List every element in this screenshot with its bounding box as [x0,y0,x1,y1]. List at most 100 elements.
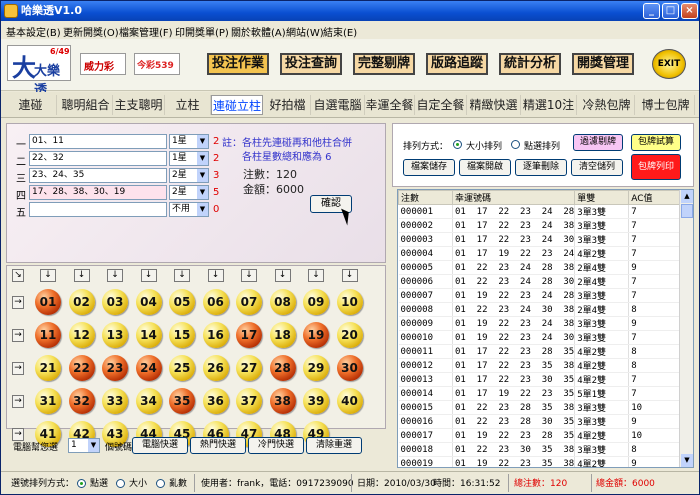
lotto-ball[interactable]: 39 [303,388,329,414]
table-row[interactable]: 000019 01 19 22 23 35 38 4單2雙 9 [398,456,680,467]
table-row[interactable]: 000007 01 19 22 23 24 28 3單3雙 7 [398,288,680,303]
lotto-ball[interactable]: 05 [169,289,195,315]
file-open-button[interactable]: 檔案開啟 [459,159,511,176]
table-row[interactable]: 000011 01 17 22 23 28 35 4單2雙 8 [398,344,680,359]
column-select-arrow[interactable]: ↓ [341,269,358,282]
lotto-ball[interactable]: 18 [269,322,296,348]
menu-print-draw[interactable]: 印開獎單(P) [175,24,229,39]
row-select-arrow[interactable]: → [12,395,24,408]
menu-about[interactable]: 關於軟體(A) [231,24,286,39]
daily539-logo[interactable]: 今彩539 [134,53,180,75]
scroll-down-icon[interactable]: ▼ [681,454,693,467]
close-button[interactable]: × [681,3,698,19]
tab-7[interactable]: 幸運全餐 [365,95,415,115]
tab-10[interactable]: 精選10注 [521,95,577,115]
lotto-ball[interactable]: 31 [35,388,61,414]
column-numbers-field[interactable]: 01、11 [29,134,167,149]
clear-list-button[interactable]: 清空儲列 [571,159,623,176]
trend-tracking-button[interactable]: 版路追蹤 [426,53,488,75]
tab-11[interactable]: 冷熱包牌 [579,95,635,115]
bet-query-button[interactable]: 投注查詢 [280,53,342,75]
lotto-ball[interactable]: 11 [35,322,61,348]
lotto-ball[interactable]: 27 [236,355,262,381]
lotto-ball[interactable]: 07 [236,289,262,315]
star-count-select[interactable]: 1星 ▼ [169,151,209,166]
menu-exit[interactable]: 結束(E) [323,24,357,39]
lotto-ball[interactable]: 34 [135,388,162,414]
table-row[interactable]: 000005 01 22 23 24 28 38 2單4雙 9 [398,260,680,275]
column-numbers-field[interactable]: 17、28、38、30、19 [29,185,167,200]
cold-quick-pick-button[interactable]: 冷門快選 [248,437,304,454]
exit-button[interactable]: EXIT [652,49,686,79]
status-sort-click-radio[interactable] [77,479,86,488]
column-select-arrow[interactable]: ↓ [241,269,257,282]
lotto-ball[interactable]: 14 [135,322,162,348]
column-select-arrow[interactable]: ↓ [308,269,324,282]
lotto-ball[interactable]: 20 [336,322,363,348]
tab-4[interactable]: 連碰立柱 [211,95,263,115]
computer-quick-pick-button[interactable]: 電腦快選 [132,437,188,454]
col-header-ac[interactable]: AC值 [628,190,680,205]
tab-5[interactable]: 好拍檔 [265,95,311,115]
lotto-ball[interactable]: 03 [102,289,128,315]
sort-size-radio[interactable] [453,140,462,149]
lotto-ball[interactable]: 26 [202,355,229,381]
diagonal-select-arrow[interactable]: ↘ [12,269,24,282]
lotto-ball[interactable]: 36 [202,388,229,414]
col-header-numbers[interactable]: 幸運號碼 [451,190,576,205]
menu-basic-settings[interactable]: 基本設定(B) [6,24,61,39]
lotto-ball[interactable]: 19 [303,322,329,348]
table-row[interactable]: 000012 01 17 22 23 35 38 4單2雙 8 [398,358,680,373]
lotto-ball[interactable]: 32 [68,388,95,414]
lotto-ball[interactable]: 15 [169,322,195,348]
lotto-ball[interactable]: 40 [336,388,363,414]
tab-6[interactable]: 自選電腦 [311,95,365,115]
column-select-arrow[interactable]: ↓ [107,269,123,282]
col-header-index[interactable]: 注數 [398,190,453,205]
lotto-ball[interactable]: 13 [102,322,128,348]
minimize-button[interactable]: _ [643,3,660,19]
row-select-arrow[interactable]: → [12,329,24,342]
column-select-arrow[interactable]: ↓ [140,269,157,282]
lotto-ball[interactable]: 12 [68,322,95,348]
column-select-arrow[interactable]: ↓ [274,269,291,282]
menu-website[interactable]: 網站(W) [286,24,324,39]
column-select-arrow[interactable]: ↓ [73,269,90,282]
table-row[interactable]: 000017 01 19 22 23 28 35 4單2雙 10 [398,428,680,443]
table-row[interactable]: 000009 01 19 22 23 24 38 3單3雙 9 [398,316,680,331]
filter-button[interactable]: 過濾剔牌 [573,134,623,151]
col-header-oddeven[interactable]: 單雙 [574,190,630,205]
column-select-arrow[interactable]: ↓ [207,269,224,282]
tab-1[interactable]: 聰明組合 [59,95,113,115]
statistics-button[interactable]: 統計分析 [499,53,561,75]
table-row[interactable]: 000006 01 22 23 24 28 30 2單4雙 7 [398,274,680,289]
lotto-ball[interactable]: 29 [303,355,329,381]
tab-8[interactable]: 自定全餐 [415,95,467,115]
lotto-ball[interactable]: 23 [102,355,128,381]
table-row[interactable]: 000003 01 17 22 23 24 30 3單3雙 7 [398,232,680,247]
file-save-button[interactable]: 檔案儲存 [403,159,455,176]
lotto-ball[interactable]: 09 [303,289,329,315]
star-count-select[interactable]: 1星 ▼ [169,134,209,149]
bet-table[interactable]: 注數 幸運號碼 單雙 AC值 000001 01 17 22 23 24 28 … [397,189,694,468]
row-select-arrow[interactable]: → [12,296,24,309]
lotto-ball[interactable]: 24 [135,355,162,381]
power-lotto-logo[interactable]: 威力彩 [80,53,126,75]
bundle-calc-button[interactable]: 包牌試算 [631,134,681,151]
tab-0[interactable]: 連碰 [5,95,57,115]
star-count-select[interactable]: 2星 ▼ [169,168,209,183]
table-scrollbar[interactable]: ▲ ▼ [679,190,693,467]
pick-count-select[interactable]: 1 ▼ [68,438,100,453]
tab-2[interactable]: 主支聰明 [113,95,165,115]
column-numbers-field[interactable]: 23、24、35 [29,168,167,183]
table-row[interactable]: 000002 01 17 22 23 24 38 3單3雙 7 [398,218,680,233]
scroll-thumb[interactable] [681,204,693,218]
status-sort-random-radio[interactable] [156,479,165,488]
lotto-ball[interactable]: 16 [202,322,229,348]
table-row[interactable]: 000008 01 22 23 24 30 38 2單4雙 8 [398,302,680,317]
lotto-ball[interactable]: 33 [102,388,128,414]
draw-management-button[interactable]: 開獎管理 [572,53,634,75]
lotto-ball[interactable]: 35 [169,388,195,414]
lotto-ball[interactable]: 38 [269,388,296,414]
hot-quick-pick-button[interactable]: 熱門快選 [190,437,246,454]
